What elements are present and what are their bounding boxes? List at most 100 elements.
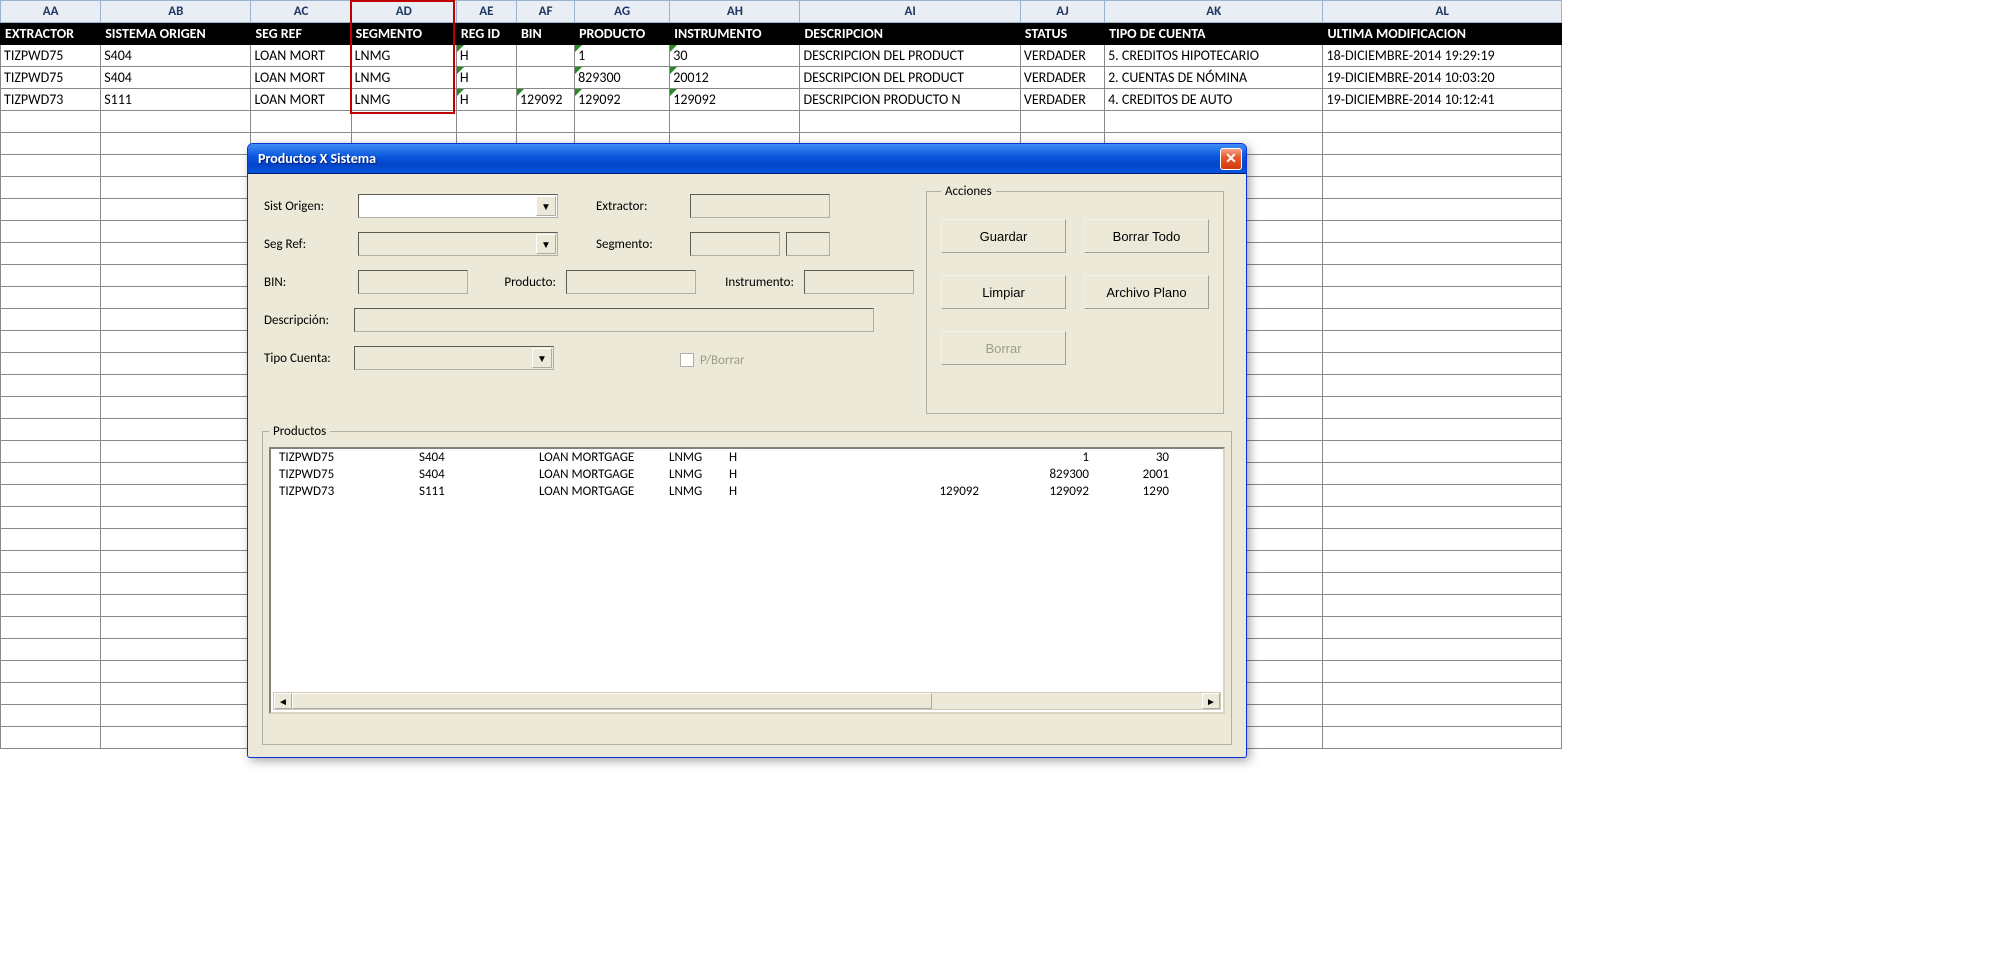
archivo-plano-button[interactable]: Archivo Plano <box>1084 275 1209 309</box>
seg-ref-combo[interactable]: ▼ <box>358 232 558 256</box>
label-tipo-cuenta: Tipo Cuenta: <box>264 351 348 366</box>
scroll-left-icon[interactable]: ◄ <box>274 693 292 709</box>
pborrar-checkbox[interactable] <box>680 353 694 367</box>
col-letter[interactable]: AE <box>456 1 516 23</box>
cell[interactable]: H <box>456 89 516 111</box>
header-cell[interactable]: EXTRACTOR <box>1 23 101 45</box>
cell[interactable]: TIZPWD73 <box>1 89 101 111</box>
sist-origen-combo[interactable]: ▼ <box>358 194 558 218</box>
chevron-down-icon[interactable]: ▼ <box>532 348 552 368</box>
cell[interactable]: 829300 <box>575 67 670 89</box>
cell[interactable]: LNMG <box>351 45 456 67</box>
col-letter[interactable]: AA <box>1 1 101 23</box>
limpiar-button[interactable]: Limpiar <box>941 275 1066 309</box>
header-cell[interactable]: BIN <box>516 23 574 45</box>
cell[interactable]: S404 <box>101 67 251 89</box>
cell[interactable]: H <box>456 67 516 89</box>
header-cell[interactable]: TIPO DE CUENTA <box>1105 23 1323 45</box>
cell[interactable]: 1 <box>575 45 670 67</box>
cell[interactable]: S111 <box>101 89 251 111</box>
header-cell[interactable]: SEGMENTO <box>351 23 456 45</box>
cell[interactable]: 19-DICIEMBRE-2014 10:12:41 <box>1323 89 1562 111</box>
chevron-down-icon[interactable]: ▼ <box>536 234 556 254</box>
col-letter[interactable]: AL <box>1323 1 1562 23</box>
productos-listbox[interactable]: TIZPWD75 S404 LOAN MORTGAGE LNMG H 1 30 … <box>269 447 1225 714</box>
cell[interactable]: LOAN MORT <box>251 67 351 89</box>
instrumento-field[interactable] <box>804 270 914 294</box>
productos-legend: Productos <box>269 424 330 439</box>
tipo-cuenta-combo[interactable]: ▼ <box>354 346 554 370</box>
cell[interactable] <box>516 67 574 89</box>
label-instrumento: Instrumento: <box>700 275 800 290</box>
col-letter[interactable]: AF <box>516 1 574 23</box>
col-letter[interactable]: AB <box>101 1 251 23</box>
col-letter[interactable]: AC <box>251 1 351 23</box>
cell[interactable]: LOAN MORT <box>251 89 351 111</box>
cell[interactable]: LOAN MORT <box>251 45 351 67</box>
cell[interactable]: 4. CREDITOS DE AUTO <box>1105 89 1323 111</box>
header-cell[interactable]: SEG REF <box>251 23 351 45</box>
cell[interactable]: LNMG <box>351 89 456 111</box>
col-letter[interactable]: AH <box>670 1 800 23</box>
cell[interactable]: VERDADER <box>1020 67 1104 89</box>
borrar-button: Borrar <box>941 331 1066 365</box>
productos-x-sistema-dialog: Productos X Sistema ✕ Sist Origen: ▼ Ext… <box>247 143 1247 758</box>
col-letter[interactable]: AI <box>800 1 1020 23</box>
header-cell[interactable]: SISTEMA ORIGEN <box>101 23 251 45</box>
col-letter[interactable]: AJ <box>1020 1 1104 23</box>
horizontal-scrollbar[interactable]: ◄ ► <box>273 692 1221 710</box>
cell[interactable]: DESCRIPCION PRODUCTO N <box>800 89 1020 111</box>
cell[interactable]: 20012 <box>670 67 800 89</box>
close-icon[interactable]: ✕ <box>1220 148 1242 170</box>
acciones-group: Acciones Guardar Borrar Todo Limpiar Arc… <box>926 184 1224 414</box>
label-seg-ref: Seg Ref: <box>264 237 354 252</box>
cell[interactable]: TIZPWD75 <box>1 67 101 89</box>
segmento-field[interactable] <box>690 232 780 256</box>
cell[interactable]: 5. CREDITOS HIPOTECARIO <box>1105 45 1323 67</box>
cell[interactable]: S404 <box>101 45 251 67</box>
cell[interactable]: LNMG <box>351 67 456 89</box>
cell[interactable]: VERDADER <box>1020 45 1104 67</box>
col-letter[interactable]: AG <box>575 1 670 23</box>
list-item[interactable]: TIZPWD73 S111 LOAN MORTGAGE LNMG H 12909… <box>271 483 1223 500</box>
label-segmento: Segmento: <box>596 237 686 252</box>
bin-field[interactable] <box>358 270 468 294</box>
table-row: TIZPWD73 S111 LOAN MORT LNMG H 129092 12… <box>1 89 1562 111</box>
header-cell[interactable]: ULTIMA MODIFICACION <box>1323 23 1562 45</box>
cell[interactable]: DESCRIPCION DEL PRODUCT <box>800 45 1020 67</box>
cell[interactable]: 2. CUENTAS DE NÓMINA <box>1105 67 1323 89</box>
descripcion-field[interactable] <box>354 308 874 332</box>
cell[interactable]: 19-DICIEMBRE-2014 10:03:20 <box>1323 67 1562 89</box>
guardar-button[interactable]: Guardar <box>941 219 1066 253</box>
scroll-thumb[interactable] <box>292 693 932 709</box>
chevron-down-icon[interactable]: ▼ <box>536 196 556 216</box>
scroll-right-icon[interactable]: ► <box>1202 693 1220 709</box>
cell[interactable]: 129092 <box>575 89 670 111</box>
label-extractor: Extractor: <box>596 199 686 214</box>
cell[interactable]: 30 <box>670 45 800 67</box>
cell[interactable]: 129092 <box>516 89 574 111</box>
list-item[interactable]: TIZPWD75 S404 LOAN MORTGAGE LNMG H 82930… <box>271 466 1223 483</box>
cell[interactable]: TIZPWD75 <box>1 45 101 67</box>
dialog-titlebar[interactable]: Productos X Sistema ✕ <box>248 144 1246 174</box>
cell[interactable]: 18-DICIEMBRE-2014 19:29:19 <box>1323 45 1562 67</box>
extractor-field[interactable] <box>690 194 830 218</box>
scroll-track[interactable] <box>292 693 1202 709</box>
cell[interactable]: DESCRIPCION DEL PRODUCT <box>800 67 1020 89</box>
cell[interactable]: 129092 <box>670 89 800 111</box>
cell[interactable]: VERDADER <box>1020 89 1104 111</box>
cell[interactable] <box>516 45 574 67</box>
segmento-field-2[interactable] <box>786 232 830 256</box>
col-letter[interactable]: AD <box>351 1 456 23</box>
cell[interactable]: H <box>456 45 516 67</box>
list-item[interactable]: TIZPWD75 S404 LOAN MORTGAGE LNMG H 1 30 <box>271 449 1223 466</box>
header-cell[interactable]: STATUS <box>1020 23 1104 45</box>
header-cell[interactable]: DESCRIPCION <box>800 23 1020 45</box>
header-cell[interactable]: INSTRUMENTO <box>670 23 800 45</box>
table-row: TIZPWD75 S404 LOAN MORT LNMG H 829300 20… <box>1 67 1562 89</box>
header-cell[interactable]: PRODUCTO <box>575 23 670 45</box>
header-cell[interactable]: REG ID <box>456 23 516 45</box>
producto-field[interactable] <box>566 270 696 294</box>
col-letter[interactable]: AK <box>1105 1 1323 23</box>
borrar-todo-button[interactable]: Borrar Todo <box>1084 219 1209 253</box>
